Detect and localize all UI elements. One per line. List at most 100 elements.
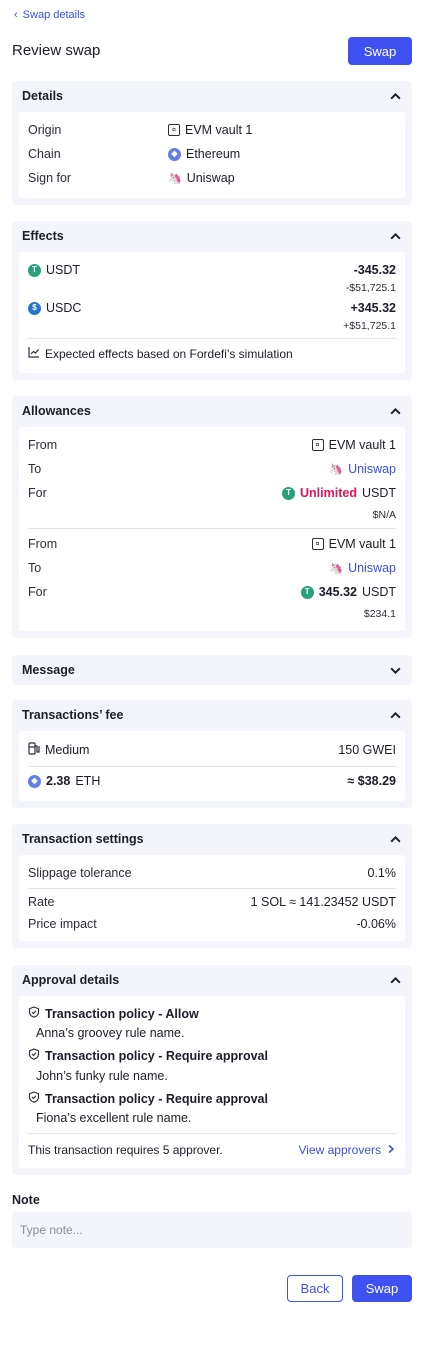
shield-check-icon	[28, 1091, 40, 1106]
details-title: Details	[22, 89, 63, 103]
vault-icon: ¤	[311, 538, 324, 550]
allowances-panel: From ¤ EVM vault 1 To 🦄 Uniswap For T Unlim…	[19, 427, 405, 631]
effect-row: $ USDC +345.32	[28, 301, 396, 315]
simulation-note-row: Expected effects based on Fordefi’s simu…	[28, 346, 396, 361]
fee-title: Transactions’ fee	[22, 708, 124, 722]
divider	[28, 528, 396, 529]
chevron-up-icon[interactable]	[388, 708, 402, 722]
fee-header[interactable]: Transactions’ fee	[12, 700, 412, 730]
effect-row: T USDT -345.32	[28, 263, 396, 277]
chevron-up-icon[interactable]	[388, 89, 402, 103]
allowances-header[interactable]: Allowances	[12, 396, 412, 426]
chevron-right-icon	[386, 1143, 396, 1157]
effects-header[interactable]: Effects	[12, 221, 412, 251]
slippage-label: Slippage tolerance	[28, 866, 132, 880]
slippage-row: Slippage tolerance 0.1%	[28, 866, 396, 880]
chevron-up-icon[interactable]	[388, 404, 402, 418]
policy-rule: Fiona’s excellent rule name.	[36, 1111, 192, 1125]
uniswap-icon: 🦄	[329, 562, 344, 575]
shield-check-icon	[28, 1048, 40, 1063]
effects-title: Effects	[22, 229, 64, 243]
allowance-to-row: To 🦄 Uniswap	[28, 561, 396, 575]
fee-amount-row: ◆ 2.38 ETH ≈ $38.29	[28, 774, 396, 788]
price-impact-row: Price impact -0.06%	[28, 917, 396, 931]
sign-for-value: Uniswap	[186, 171, 235, 185]
chevron-left-icon: ‹	[14, 8, 18, 21]
allowance-token: USDT	[361, 585, 396, 599]
usdt-icon: T	[28, 263, 41, 277]
origin-label: Origin	[28, 123, 62, 137]
page-title: Review swap	[12, 42, 101, 59]
approvers-row: This transaction requires 5 approver. Vi…	[28, 1143, 396, 1157]
for-label: For	[28, 486, 47, 500]
uniswap-icon: 🦄	[168, 172, 182, 185]
note-label: Note	[12, 1193, 40, 1207]
chevron-down-icon[interactable]	[388, 663, 402, 677]
sign-for-label: Sign for	[28, 171, 72, 185]
view-approvers-link[interactable]: View approvers	[299, 1143, 397, 1157]
chevron-up-icon[interactable]	[388, 973, 402, 987]
allowance-token: USDT	[361, 486, 396, 500]
uniswap-icon: 🦄	[329, 463, 344, 476]
allowance-from-value: EVM vault 1	[328, 537, 396, 551]
approval-requirement: This transaction requires 5 approver.	[28, 1143, 223, 1157]
policy-item: Transaction policy - Require approval	[28, 1048, 396, 1063]
effect-token: USDT	[46, 263, 81, 277]
fee-usd: ≈ $38.29	[347, 774, 396, 788]
settings-panel: Slippage tolerance 0.1% Rate 1 SOL ≈ 141…	[19, 855, 405, 941]
allowance-for-row: For T 345.32 USDT	[28, 585, 396, 599]
fee-speed: Medium	[45, 743, 90, 757]
allowance-to-link[interactable]: Uniswap	[348, 462, 396, 476]
vault-icon: ¤	[311, 439, 324, 451]
approval-section: Approval details Transaction policy - Al…	[12, 965, 412, 1175]
rate-row: Rate 1 SOL ≈ 141.23452 USDT	[28, 895, 396, 909]
message-header[interactable]: Message	[12, 655, 412, 685]
usdt-icon: T	[300, 585, 314, 599]
approval-header[interactable]: Approval details	[12, 965, 412, 995]
simulation-note: Expected effects based on Fordefi’s simu…	[45, 346, 293, 361]
allowance-to-link[interactable]: Uniswap	[348, 561, 396, 575]
chain-label: Chain	[28, 147, 61, 161]
back-button[interactable]: Back	[287, 1275, 343, 1302]
chevron-up-icon[interactable]	[388, 832, 402, 846]
details-section: Details Origin ¤ EVM vault 1 Chain ◆ Ether…	[12, 81, 412, 205]
effects-section: Effects T USDT -345.32 -$51,725.1 $ USDC +…	[12, 221, 412, 380]
approval-title: Approval details	[22, 973, 120, 987]
settings-header[interactable]: Transaction settings	[12, 824, 412, 854]
allowance-for-row: For T Unlimited USDT	[28, 486, 396, 500]
swap-button-top[interactable]: Swap	[348, 37, 412, 65]
gas-pump-icon	[28, 742, 40, 758]
chevron-up-icon[interactable]	[388, 229, 402, 243]
slippage-value: 0.1%	[367, 866, 397, 880]
swap-button-bottom[interactable]: Swap	[352, 1275, 412, 1302]
effects-panel: T USDT -345.32 -$51,725.1 $ USDC +345.32 +…	[19, 252, 405, 373]
allowance-usd: $234.1	[363, 608, 396, 620]
policy-name: Transaction policy - Allow	[45, 1006, 199, 1021]
price-impact-value: -0.06%	[356, 917, 396, 931]
fee-amount: 2.38	[46, 774, 71, 788]
to-label: To	[28, 561, 42, 575]
details-header[interactable]: Details	[12, 81, 412, 111]
divider	[28, 338, 396, 339]
allowance-to-row: To 🦄 Uniswap	[28, 462, 396, 476]
fee-unit: ETH	[75, 774, 101, 788]
allowances-title: Allowances	[22, 404, 91, 418]
note-input[interactable]	[12, 1212, 412, 1248]
effect-usd: -$51,725.1	[345, 282, 396, 294]
chain-row: Chain ◆ Ethereum	[28, 147, 396, 161]
vault-icon: ¤	[168, 124, 180, 136]
fee-gwei: 150 GWEI	[338, 743, 396, 757]
effect-amount: -345.32	[353, 263, 396, 277]
back-to-swap-details-link[interactable]: ‹ Swap details	[14, 9, 85, 21]
policy-rule: Anna’s groovey rule name.	[36, 1026, 185, 1040]
fee-panel: Medium 150 GWEI ◆ 2.38 ETH ≈ $38.29	[19, 731, 405, 801]
effect-usd: +$51,725.1	[343, 320, 396, 332]
usdt-icon: T	[282, 486, 296, 500]
fee-section: Transactions’ fee Medium 150 GWEI ◆ 2.38 E…	[12, 700, 412, 808]
divider	[28, 888, 396, 889]
ethereum-icon: ◆	[168, 147, 181, 161]
usdc-icon: $	[28, 301, 41, 315]
origin-row: Origin ¤ EVM vault 1	[28, 123, 396, 137]
details-panel: Origin ¤ EVM vault 1 Chain ◆ Ethereum Sign…	[19, 112, 405, 198]
allowance-usd: $N/A	[372, 509, 396, 521]
